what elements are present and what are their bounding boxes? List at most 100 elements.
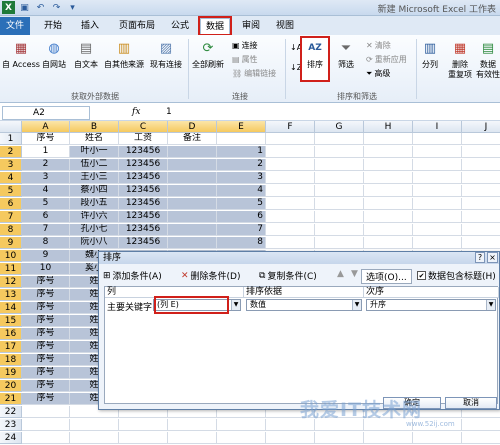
cell[interactable] [462, 133, 500, 145]
clear-button[interactable]: ✕ 清除 [366, 40, 391, 51]
edit-links-button[interactable]: ⛓ 编辑链接 [232, 68, 276, 79]
cell[interactable]: 123456 [119, 237, 168, 249]
cell[interactable]: 6 [22, 211, 70, 223]
cell[interactable]: 3 [217, 172, 266, 184]
cell[interactable]: 序号 [22, 315, 70, 327]
row-header-24[interactable]: 24 [0, 432, 22, 444]
cell[interactable] [168, 185, 217, 197]
cell[interactable]: 4 [22, 185, 70, 197]
from-web-button[interactable]: ◍ 自网站 [42, 38, 66, 70]
column-header-j[interactable]: J [462, 121, 500, 133]
row-header-12[interactable]: 12 [0, 276, 22, 288]
cell[interactable] [168, 146, 217, 158]
cell[interactable]: 段小五 [70, 198, 119, 210]
excel-app-icon[interactable]: X [2, 1, 15, 14]
cell[interactable]: 123456 [119, 211, 168, 223]
cell[interactable] [168, 419, 217, 431]
column-header-b[interactable]: B [70, 121, 119, 133]
row-header-23[interactable]: 23 [0, 419, 22, 431]
cell[interactable] [266, 133, 315, 145]
cell[interactable] [22, 419, 70, 431]
sort-on-select[interactable]: 数值 ▼ [246, 299, 362, 311]
cell[interactable]: 序号 [22, 380, 70, 392]
cell[interactable] [462, 419, 500, 431]
cell[interactable] [413, 432, 462, 444]
cell[interactable] [168, 224, 217, 236]
tab-formulas[interactable]: 公式 [166, 18, 194, 34]
cell[interactable] [413, 198, 462, 210]
cell[interactable] [364, 224, 413, 236]
cell[interactable]: 2 [217, 159, 266, 171]
cell[interactable] [315, 172, 364, 184]
cell[interactable] [364, 185, 413, 197]
row-header-4[interactable]: 4 [0, 172, 22, 184]
filter-button[interactable]: ⏷ 筛选 [336, 38, 356, 70]
column-header-i[interactable]: I [413, 121, 462, 133]
cell[interactable] [462, 432, 500, 444]
name-box[interactable]: A2 [2, 106, 90, 120]
cell[interactable] [22, 432, 70, 444]
cell[interactable]: 序号 [22, 341, 70, 353]
cell[interactable]: 1 [22, 146, 70, 158]
cell[interactable] [413, 146, 462, 158]
cell[interactable] [315, 237, 364, 249]
cell[interactable]: 2 [22, 159, 70, 171]
cell[interactable] [315, 159, 364, 171]
cell[interactable] [413, 237, 462, 249]
properties-button[interactable]: ▤ 属性 [232, 54, 258, 65]
cell[interactable] [462, 159, 500, 171]
row-header-20[interactable]: 20 [0, 380, 22, 392]
cell[interactable] [168, 237, 217, 249]
cell[interactable]: 序号 [22, 393, 70, 405]
cell[interactable] [462, 211, 500, 223]
row-header-13[interactable]: 13 [0, 289, 22, 301]
select-all-corner[interactable] [0, 121, 22, 133]
qat-dropdown-icon[interactable]: ▾ [66, 1, 79, 14]
cell[interactable]: 123456 [119, 172, 168, 184]
cell[interactable] [413, 159, 462, 171]
cell[interactable]: 7 [217, 224, 266, 236]
cell[interactable] [168, 211, 217, 223]
options-button[interactable]: 选项(O)... [361, 269, 412, 284]
cell[interactable]: 5 [22, 198, 70, 210]
cell[interactable] [168, 198, 217, 210]
connections-button[interactable]: ▣ 连接 [232, 40, 258, 51]
cell[interactable] [462, 185, 500, 197]
cell[interactable]: 孔小七 [70, 224, 119, 236]
delete-level-button[interactable]: ✕ 删除条件(D) [181, 269, 241, 283]
data-validation-button[interactable]: ▤ 数据 有效性 [476, 38, 500, 80]
cell[interactable] [119, 432, 168, 444]
cell[interactable] [266, 146, 315, 158]
row-header-15[interactable]: 15 [0, 315, 22, 327]
tab-insert[interactable]: 插入 [75, 18, 105, 34]
row-header-10[interactable]: 10 [0, 250, 22, 262]
sort-button[interactable]: AZ 排序 [300, 36, 330, 82]
from-text-button[interactable]: ▤ 自文本 [74, 38, 98, 70]
cell[interactable] [70, 419, 119, 431]
cell[interactable] [413, 211, 462, 223]
cell[interactable]: 工资 [119, 133, 168, 145]
row-header-22[interactable]: 22 [0, 406, 22, 418]
cell[interactable] [462, 237, 500, 249]
cell[interactable]: 8 [22, 237, 70, 249]
cell[interactable] [266, 432, 315, 444]
cell[interactable] [266, 172, 315, 184]
cell[interactable]: 3 [22, 172, 70, 184]
cell[interactable]: 序号 [22, 276, 70, 288]
cell[interactable] [266, 159, 315, 171]
cell[interactable] [266, 237, 315, 249]
cell[interactable]: 序号 [22, 354, 70, 366]
cell[interactable] [364, 237, 413, 249]
cell[interactable]: 123456 [119, 159, 168, 171]
undo-icon[interactable]: ↶ [34, 1, 47, 14]
cell[interactable]: 叶小一 [70, 146, 119, 158]
row-header-7[interactable]: 7 [0, 211, 22, 223]
help-icon[interactable]: ? [475, 252, 485, 263]
cell[interactable] [217, 133, 266, 145]
move-up-button[interactable]: ▲ [337, 269, 344, 279]
cell[interactable]: 1 [217, 146, 266, 158]
cell[interactable]: 序号 [22, 302, 70, 314]
cell[interactable] [70, 432, 119, 444]
cell[interactable]: 序号 [22, 289, 70, 301]
cell[interactable] [266, 211, 315, 223]
